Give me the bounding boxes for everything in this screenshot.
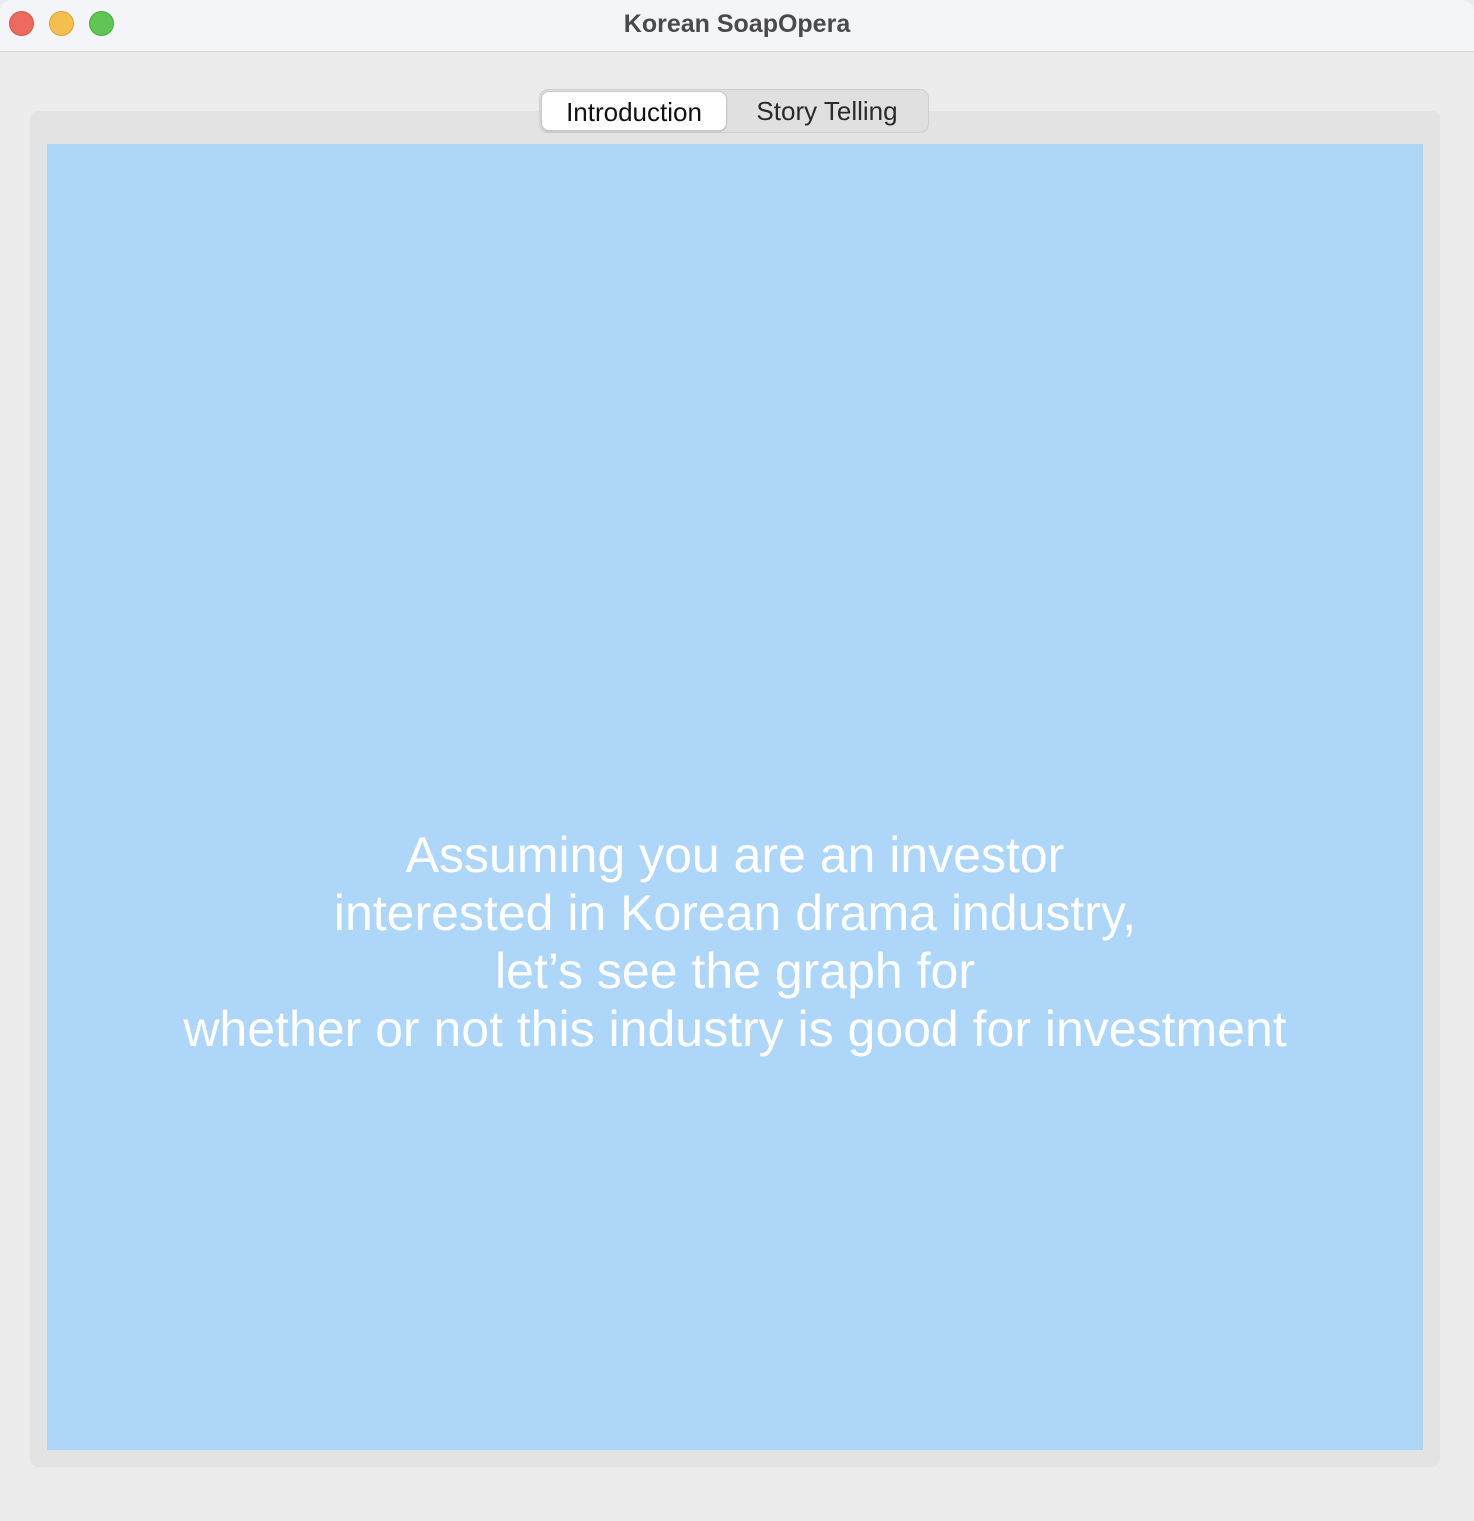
- tab-story-telling[interactable]: Story Telling: [727, 91, 927, 131]
- window-title: Korean SoapOpera: [623, 10, 851, 38]
- intro-line-3: let’s see the graph for: [495, 943, 975, 999]
- intro-line-4: whether or not this industry is good for…: [183, 1001, 1287, 1057]
- intro-panel: Assuming you are an investor interested …: [47, 144, 1423, 1450]
- tab-introduction[interactable]: Introduction: [541, 91, 727, 131]
- app-window: Korean SoapOpera Introduction Story Tell…: [0, 0, 1474, 1521]
- intro-line-2: interested in Korean drama industry,: [333, 885, 1137, 941]
- intro-line-1: Assuming you are an investor: [405, 827, 1065, 883]
- title-bar[interactable]: Korean SoapOpera: [0, 0, 1474, 52]
- intro-message: Assuming you are an investor interested …: [47, 826, 1423, 1058]
- tab-bar: Introduction Story Telling: [539, 89, 929, 133]
